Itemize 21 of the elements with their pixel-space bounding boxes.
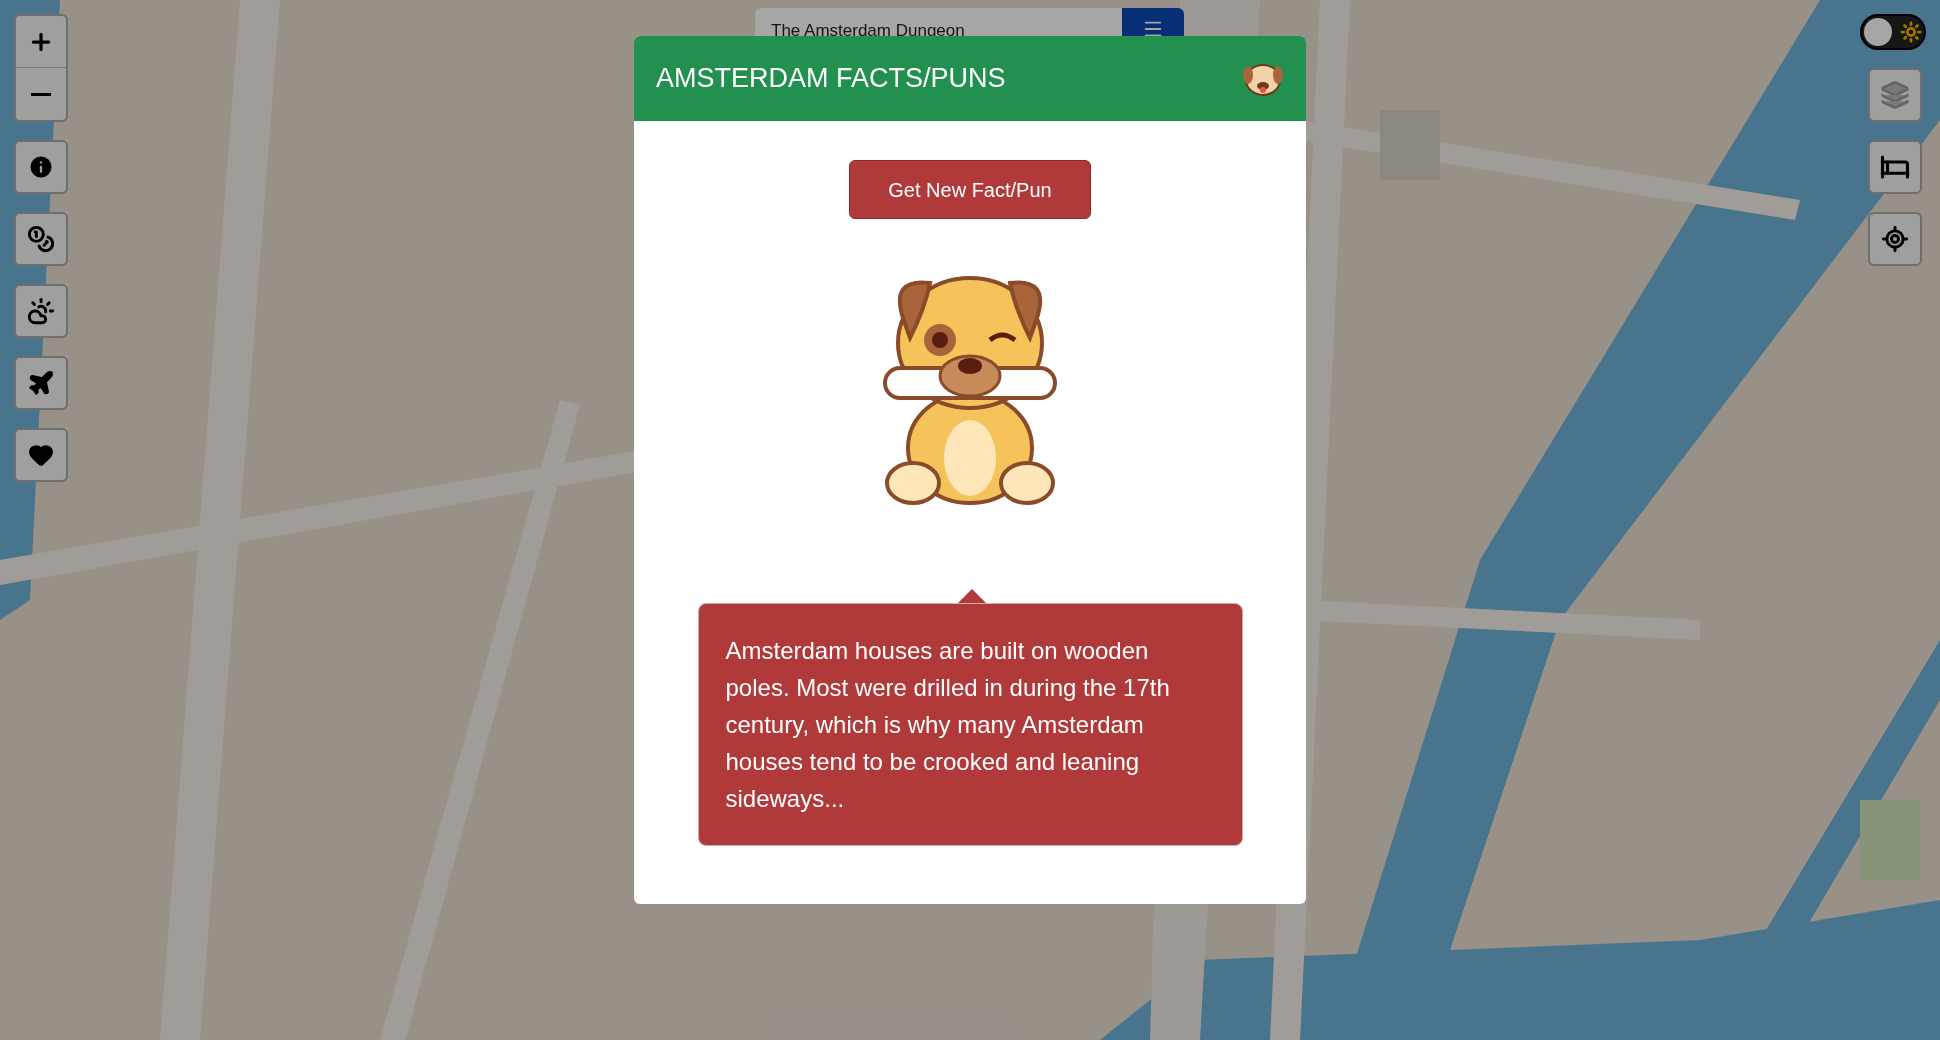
flights-button[interactable] [14,356,68,410]
locate-icon [1881,225,1909,253]
currency-button[interactable] [14,212,68,266]
theme-toggle[interactable] [1860,14,1926,50]
coins-icon [27,225,55,253]
layers-icon [1880,80,1910,110]
dialog-title: AMSTERDAM FACTS/PUNS [656,62,1006,96]
sun-icon [1900,21,1922,43]
info-icon [27,153,55,181]
new-fact-button[interactable]: Get New Fact/Pun [849,160,1091,219]
weather-icon [27,297,55,325]
bed-icon [1880,152,1910,182]
fact-text: Amsterdam houses are built on wooden poles. Most were drilled in during the 17th century, which is why many Amsterdam houses tend to be crooked and leaning sideways... [725,636,1171,814]
info-button[interactable] [14,140,68,194]
plane-icon [27,369,55,397]
locate-button[interactable] [1868,212,1922,266]
minus-icon [31,92,51,96]
favorites-button[interactable] [14,428,68,482]
heart-icon [28,442,54,468]
weather-button[interactable] [14,284,68,338]
hotels-button[interactable] [1868,140,1922,194]
